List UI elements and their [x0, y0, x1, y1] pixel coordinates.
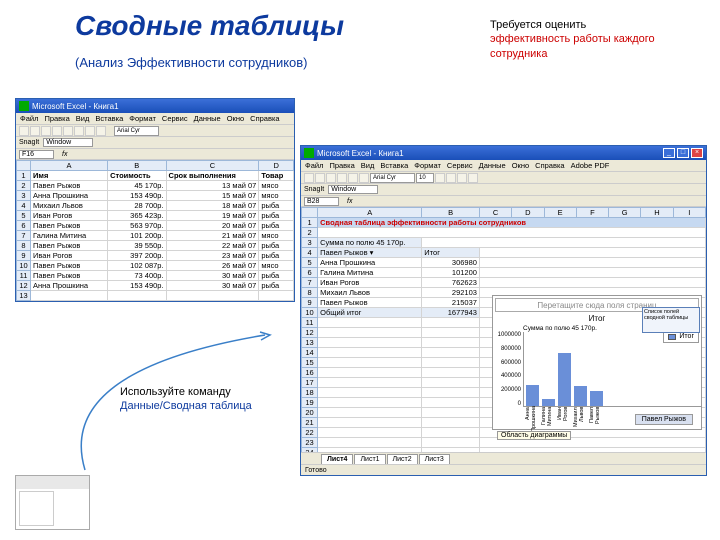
name-box[interactable]: F16 [19, 150, 54, 159]
sheet-tab[interactable]: Лист3 [419, 454, 450, 464]
req-line2: эффективность работы каждого сотрудника [490, 33, 655, 59]
chart-bar [558, 353, 571, 406]
requirement-box: Требуется оценить эффективность работы к… [490, 18, 690, 61]
window-controls[interactable]: _ □ × [663, 148, 703, 158]
sheet-tabs[interactable]: Лист4Лист1Лист2Лист3 [301, 452, 706, 464]
title-bar[interactable]: Microsoft Excel - Книга1 _ □ × [301, 146, 706, 160]
window-title: Microsoft Excel - Книга1 [32, 102, 119, 111]
menu-item[interactable]: Правка [44, 114, 69, 123]
req-line1: Требуется оценить [490, 19, 586, 31]
toolbar-btn[interactable] [52, 126, 62, 136]
chart-bar [574, 386, 587, 406]
fx-icon[interactable]: fx [62, 151, 67, 158]
toolbar-btn[interactable] [348, 173, 358, 183]
menu-item[interactable]: Сервис [447, 161, 473, 170]
menu-item[interactable]: Окно [512, 161, 529, 170]
tooltip-diagram-area: Область диаграммы [497, 431, 571, 440]
sheet-tab[interactable]: Лист2 [387, 454, 418, 464]
menu-item[interactable]: Данные [194, 114, 221, 123]
font-select[interactable]: Arial Cyr [370, 173, 415, 183]
formula-bar[interactable]: F16 fx [16, 149, 294, 160]
menu-item[interactable]: Окно [227, 114, 244, 123]
hint-line2: Данные/Сводная таблица [120, 400, 252, 412]
title-bar[interactable]: Microsoft Excel - Книга1 [16, 99, 294, 113]
thumbnail-image [15, 475, 90, 530]
fx-icon[interactable]: fx [347, 198, 352, 205]
menu-item[interactable]: Вид [76, 114, 90, 123]
minimize-icon[interactable]: _ [663, 148, 675, 158]
sheet-tab[interactable]: Лист4 [321, 454, 353, 464]
snagit-label: SnagIt [304, 186, 324, 193]
status-bar: Готово [301, 464, 706, 475]
page-title: Сводные таблицы [75, 10, 344, 42]
menu-item[interactable]: Справка [250, 114, 279, 123]
toolbar-btn[interactable] [337, 173, 347, 183]
page-subtitle: (Анализ Эффективности сотрудников) [75, 55, 308, 70]
menu-item[interactable]: Формат [414, 161, 441, 170]
chart-bar [542, 399, 555, 406]
toolbar-btn[interactable] [85, 126, 95, 136]
menu-item[interactable]: Формат [129, 114, 156, 123]
snagit-select[interactable]: Window [328, 185, 378, 194]
chart-y-axis: 10000008000006000004000002000000 [493, 332, 523, 407]
toolbar-btn[interactable] [326, 173, 336, 183]
menu-item[interactable]: Сервис [162, 114, 188, 123]
toolbar-btn[interactable] [315, 173, 325, 183]
toolbar-btn[interactable] [446, 173, 456, 183]
hint-text: Используйте команду Данные/Сводная табли… [120, 385, 290, 414]
menu-item[interactable]: Вставка [95, 114, 123, 123]
menu-item[interactable]: Данные [479, 161, 506, 170]
chart-bar [590, 391, 603, 406]
close-icon[interactable]: × [691, 148, 703, 158]
toolbar-btn[interactable] [63, 126, 73, 136]
menu-bar[interactable]: Файл Правка Вид Вставка Формат Сервис Данные Ок… [16, 113, 294, 125]
formula-bar[interactable]: B28 fx [301, 196, 706, 207]
sheet-tab[interactable]: Лист1 [354, 454, 385, 464]
toolbar[interactable]: Arial Cyr 10 [301, 172, 706, 184]
toolbar-btn[interactable] [74, 126, 84, 136]
chart-bar [526, 385, 539, 406]
snagit-label: SnagIt [19, 139, 39, 146]
chart-bars [523, 332, 701, 407]
excel-icon [19, 101, 29, 111]
spreadsheet-grid[interactable]: ABCDEFGHI1Сводная таблица эффективности … [301, 207, 706, 452]
pivot-field-list[interactable]: Список полей сводной таблицы [642, 307, 700, 333]
maximize-icon[interactable]: □ [677, 148, 689, 158]
spreadsheet-grid[interactable]: ABCD1ИмяСтоимостьСрок выполненияТовар2Па… [16, 160, 294, 301]
fontsize-select[interactable]: 10 [416, 173, 434, 183]
hint-line1: Используйте команду [120, 386, 231, 398]
window-title: Microsoft Excel - Книга1 [317, 149, 404, 158]
excel-window-pivot: Microsoft Excel - Книга1 _ □ × Введите в… [300, 145, 707, 476]
toolbar-btn[interactable] [19, 126, 29, 136]
toolbar-btn[interactable] [468, 173, 478, 183]
toolbar-1[interactable]: Arial Cyr [16, 125, 294, 137]
menu-item[interactable]: Вставка [380, 161, 408, 170]
menu-item[interactable]: Файл [20, 114, 38, 123]
font-select[interactable]: Arial Cyr [114, 126, 159, 136]
name-box[interactable]: B28 [304, 197, 339, 206]
toolbar-btn[interactable] [30, 126, 40, 136]
toolbar-btn[interactable] [41, 126, 51, 136]
snagit-select[interactable]: Window [43, 138, 93, 147]
menu-bar[interactable]: Введите вопрос ФайлПравкаВидВставкаФорма… [301, 160, 706, 172]
toolbar-btn[interactable] [96, 126, 106, 136]
menu-item[interactable]: Файл [305, 161, 323, 170]
toolbar-btn[interactable] [457, 173, 467, 183]
menu-item[interactable]: Вид [361, 161, 375, 170]
menu-item[interactable]: Adobe PDF [571, 161, 610, 170]
chart-drop-field[interactable]: Павел Рыжов [635, 414, 693, 425]
toolbar-btn[interactable] [304, 173, 314, 183]
toolbar-btn[interactable] [359, 173, 369, 183]
toolbar-btn[interactable] [435, 173, 445, 183]
menu-item[interactable]: Справка [535, 161, 564, 170]
excel-window-data: Microsoft Excel - Книга1 Файл Правка Вид Вс… [15, 98, 295, 302]
snagit-bar[interactable]: SnagIt Window Сводная таблица ▾ [301, 184, 706, 196]
menu-item[interactable]: Правка [329, 161, 354, 170]
snagit-bar[interactable]: SnagIt Window [16, 137, 294, 149]
excel-icon [304, 148, 314, 158]
